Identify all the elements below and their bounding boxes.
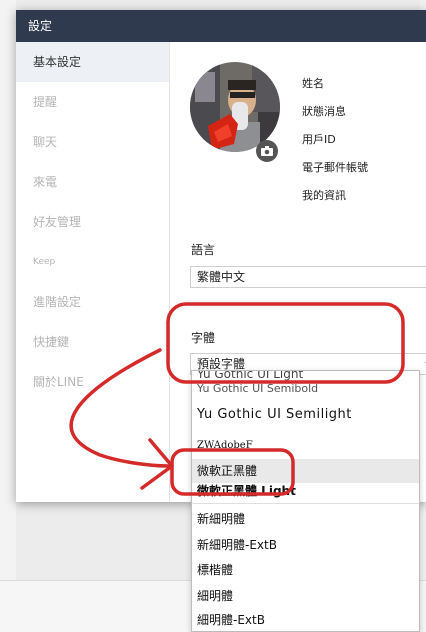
profile-avatar[interactable] [190,62,280,152]
font-option[interactable]: 細明體-ExtB [192,609,419,631]
profile-status-link[interactable]: 狀態消息 [302,98,368,126]
language-select[interactable]: 繁體中文 [190,266,426,288]
profile-name-link[interactable]: 姓名 [302,70,368,98]
font-select-value: 預設字體 [197,357,246,371]
font-option[interactable]: ZWAdobeF [192,431,419,459]
language-label: 語言 [191,243,216,257]
font-option[interactable]: 微軟正黑體 Light [192,483,419,503]
profile-email-link[interactable]: 電子郵件帳號 [302,154,368,182]
sidebar-item-friends[interactable]: 好友管理 [16,202,169,242]
sidebar-item-basic[interactable]: 基本設定 [16,42,169,82]
sidebar-item-about[interactable]: 關於LINE [16,362,169,402]
font-option[interactable]: 新細明體 [192,503,419,533]
font-option[interactable]: 標楷體 [192,557,419,583]
font-dropdown-list[interactable]: Yu Gothic UI Light Yu Gothic UI Semibold… [191,370,420,632]
settings-sidebar: 基本設定 提醒 聊天 來電 好友管理 Keep 進階設定 快捷鍵 關於LINE [16,42,170,502]
profile-info-link[interactable]: 我的資訊 [302,182,368,210]
camera-icon[interactable] [256,140,278,162]
font-option[interactable]: 新細明體-ExtB [192,533,419,557]
language-select-value: 繁體中文 [197,270,246,284]
sidebar-item-notifications[interactable]: 提醒 [16,82,169,122]
dialog-title: 設定 [16,10,426,42]
sidebar-item-shortcuts[interactable]: 快捷鍵 [16,322,169,362]
profile-id-link[interactable]: 用戶ID [302,126,368,154]
sidebar-item-chats[interactable]: 聊天 [16,122,169,162]
font-label: 字體 [191,331,216,345]
sidebar-item-advanced[interactable]: 進階設定 [16,282,169,322]
profile-links: 姓名 狀態消息 用戶ID 電子郵件帳號 我的資訊 [302,70,368,210]
sidebar-item-keep[interactable]: Keep [16,242,169,282]
sidebar-item-calls[interactable]: 來電 [16,162,169,202]
font-option[interactable]: Yu Gothic UI Semibold [192,383,419,403]
font-option[interactable]: 細明體 [192,583,419,609]
font-option[interactable]: Yu Gothic UI Semilight [192,403,419,431]
background-window-edge [0,0,16,632]
font-option-highlighted[interactable]: 微軟正黑體 [192,459,419,483]
